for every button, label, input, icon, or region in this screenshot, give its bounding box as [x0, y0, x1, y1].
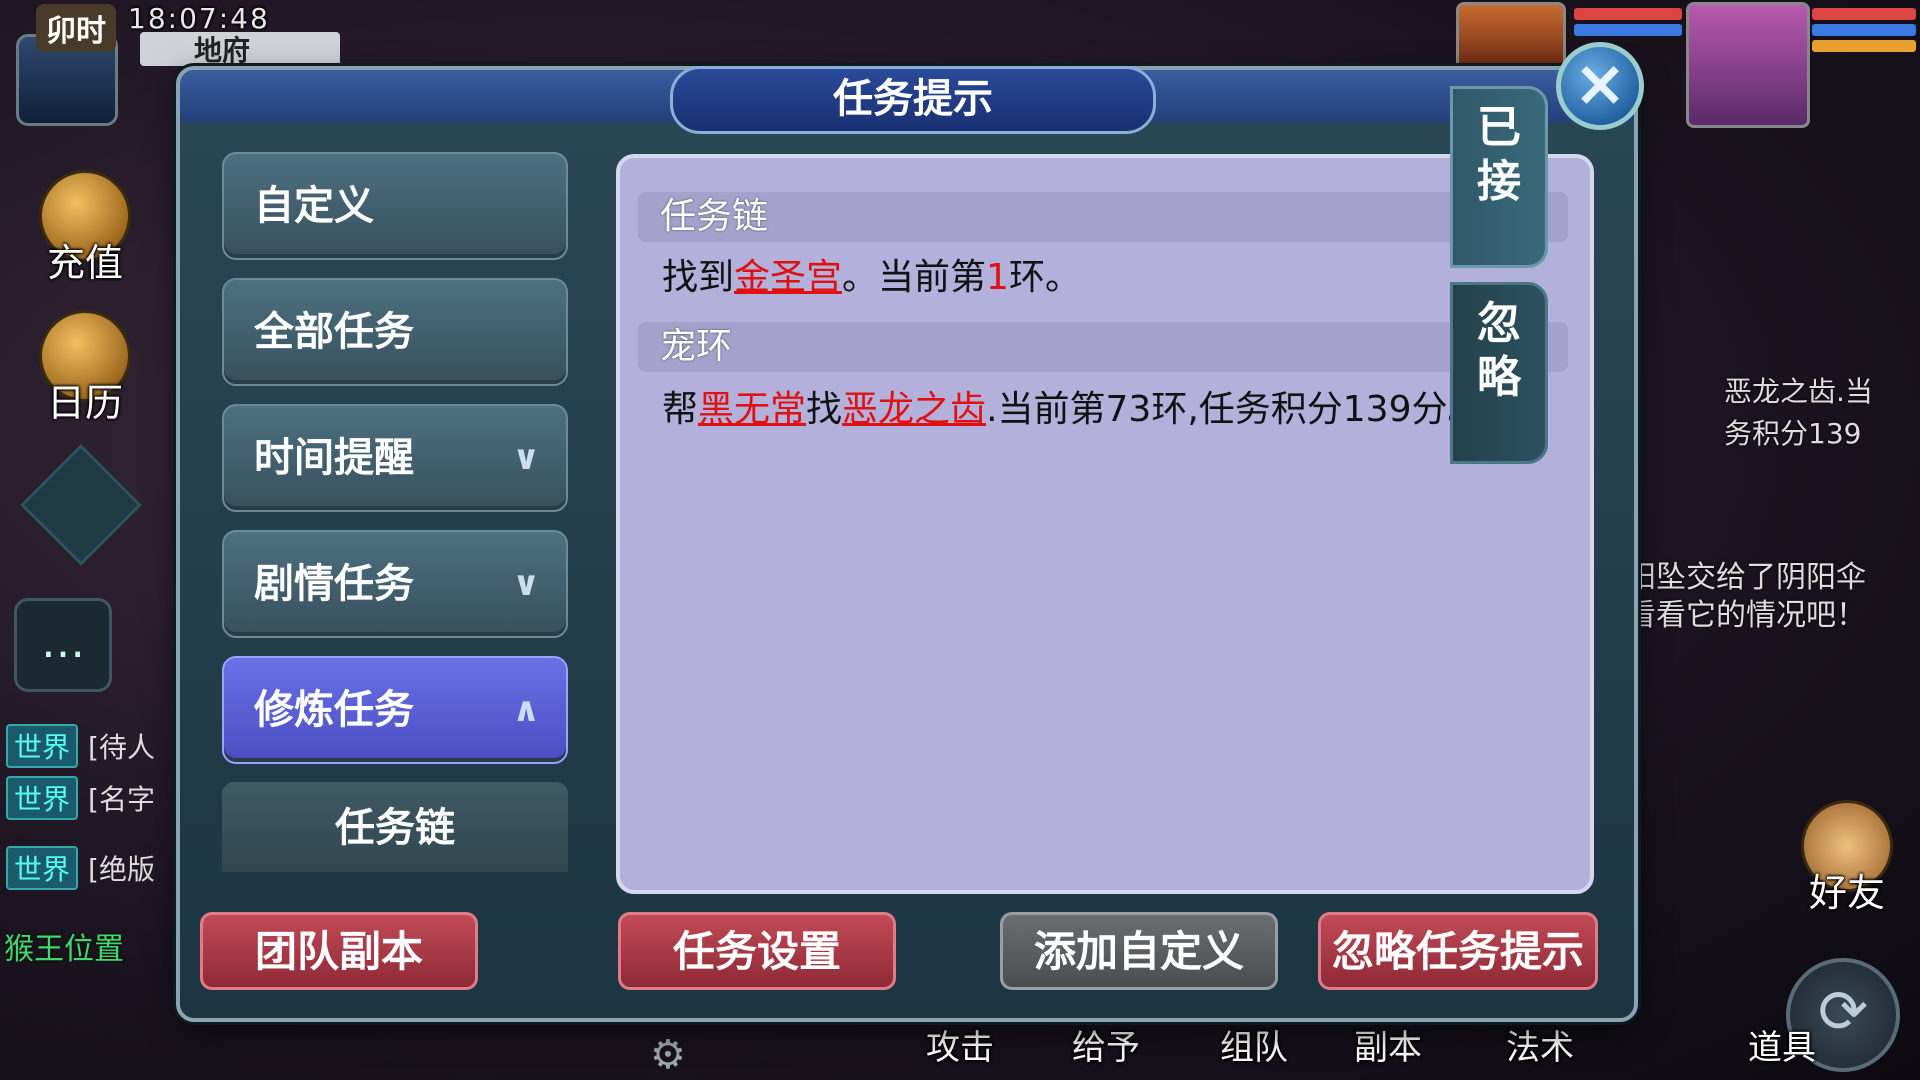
- category-label: 自定义: [254, 183, 374, 229]
- category-label: 时间提醒: [254, 435, 414, 481]
- npc-link[interactable]: 金圣宫: [734, 257, 842, 298]
- pet-mp-bar: [1574, 24, 1682, 36]
- section-body-task-chain: 找到金圣宫。当前第1环。: [662, 248, 1081, 300]
- pet-avatar-icon[interactable]: [1456, 2, 1566, 72]
- section-body-pet-ring: 帮黑无常找恶龙之齿.当前第73环,任务积分139分。: [662, 380, 1483, 432]
- body-text: 帮: [662, 389, 699, 430]
- task-content-panel: 任务链 找到金圣宫。当前第1环。 宠环 帮黑无常找恶龙之齿.当前第73环,任务积…: [616, 154, 1594, 894]
- category-story-tasks[interactable]: 剧情任务 ∨: [222, 530, 568, 638]
- player-avatar-icon[interactable]: [1686, 2, 1810, 128]
- body-text: 环。: [1008, 257, 1081, 298]
- body-text: 。当前第: [842, 257, 987, 298]
- bottom-menu-attack[interactable]: 攻击: [926, 1020, 994, 1069]
- friends-button[interactable]: 好友: [1792, 800, 1902, 917]
- system-message: 看看它的情况吧！: [1626, 598, 1866, 633]
- body-text: 找: [806, 389, 843, 430]
- dialog-title: 任务提示: [670, 66, 1156, 134]
- tab-accepted[interactable]: 已接: [1450, 86, 1548, 268]
- chat-text: [待人: [88, 731, 155, 764]
- chat-text: [绝版: [88, 853, 155, 886]
- bottom-menu-dungeon[interactable]: 副本: [1354, 1020, 1422, 1069]
- bottom-menu-give[interactable]: 给予: [1072, 1020, 1140, 1069]
- recharge-button[interactable]: 充值: [30, 170, 140, 287]
- player-mp-bar: [1812, 24, 1916, 36]
- close-icon[interactable]: ×: [1556, 42, 1644, 130]
- tab-ignored[interactable]: 忽略: [1450, 282, 1548, 464]
- chat-line[interactable]: 世界 [绝版: [6, 846, 155, 890]
- tracker-snippet: 恶龙之齿.当: [1724, 375, 1873, 408]
- chat-channel-tag: 世界: [6, 724, 79, 768]
- chat-bubble-icon[interactable]: …: [14, 598, 112, 692]
- npc-link[interactable]: 黑无常: [698, 389, 806, 430]
- item-link[interactable]: 恶龙之齿: [842, 389, 986, 430]
- tracker-snippet: 务积分139: [1724, 417, 1862, 450]
- bottom-menu-skill[interactable]: 法术: [1506, 1020, 1574, 1069]
- chevron-up-icon: ∧: [512, 690, 540, 730]
- body-text: 找到: [662, 257, 735, 298]
- calendar-button[interactable]: 日历: [30, 310, 140, 427]
- chat-line[interactable]: 世界 [名字: [6, 776, 155, 820]
- category-time-reminder[interactable]: 时间提醒 ∨: [222, 404, 568, 512]
- chat-channel-tag: 世界: [6, 776, 79, 820]
- player-anger-bar: [1812, 40, 1916, 52]
- task-tips-dialog: 任务提示 × 自定义 全部任务 时间提醒 ∨ 剧情任务 ∨ 修炼任务 ∧ 任务链…: [176, 42, 1644, 1022]
- chevron-down-icon: ∨: [512, 438, 540, 478]
- body-text: .当前第73环,任务积分139分。: [986, 389, 1484, 430]
- friends-label: 好友: [1808, 871, 1885, 915]
- subcategory-task-chain[interactable]: 任务链: [222, 782, 568, 872]
- category-all-tasks[interactable]: 全部任务: [222, 278, 568, 386]
- bottom-menu-team[interactable]: 组队: [1220, 1020, 1288, 1069]
- bottom-menu-items[interactable]: 道具: [1748, 1020, 1816, 1069]
- chat-line[interactable]: 世界 [待人: [6, 724, 155, 768]
- ignore-task-tips-button[interactable]: 忽略任务提示: [1318, 912, 1598, 990]
- recharge-label: 充值: [46, 241, 123, 285]
- task-settings-button[interactable]: 任务设置: [618, 912, 896, 990]
- collapse-arrow-button[interactable]: [20, 444, 142, 566]
- section-header-task-chain: 任务链: [638, 192, 1568, 242]
- section-header-pet-ring: 宠环: [638, 322, 1568, 372]
- settings-gear-icon[interactable]: ⚙: [650, 1032, 686, 1078]
- team-dungeon-button[interactable]: 团队副本: [200, 912, 478, 990]
- location-label: 地府: [140, 32, 340, 66]
- category-cultivation-tasks[interactable]: 修炼任务 ∧: [222, 656, 568, 764]
- category-custom[interactable]: 自定义: [222, 152, 568, 260]
- ring-number: 1: [986, 257, 1009, 298]
- chat-channel-tag: 世界: [6, 846, 79, 890]
- category-label: 剧情任务: [254, 561, 414, 607]
- monkey-king-position-link[interactable]: 猴王位置: [4, 924, 124, 968]
- shichen-label: 卯时: [36, 4, 116, 52]
- pet-hp-bar: [1574, 8, 1682, 20]
- category-label: 修炼任务: [254, 687, 414, 733]
- chat-text: [名字: [88, 783, 155, 816]
- time-label: 18:07:48: [128, 2, 270, 35]
- add-custom-button[interactable]: 添加自定义: [1000, 912, 1278, 990]
- chevron-down-icon: ∨: [512, 564, 540, 604]
- calendar-label: 日历: [46, 381, 123, 425]
- category-label: 全部任务: [254, 309, 414, 355]
- player-hp-bar: [1812, 8, 1916, 20]
